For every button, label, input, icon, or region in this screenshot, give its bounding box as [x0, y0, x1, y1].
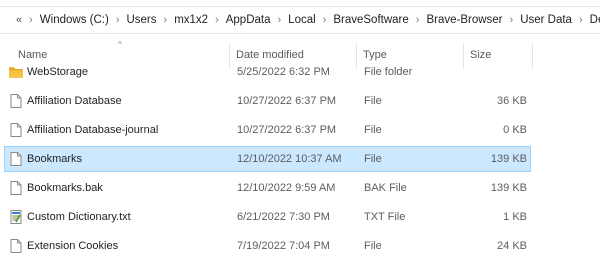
breadcrumb-item: › Windows (C:)	[22, 14, 109, 26]
breadcrumb-item: › Local	[271, 14, 316, 26]
file-name: Affiliation Database-journal	[27, 124, 159, 136]
sort-indicator-icon: ^	[118, 40, 122, 49]
breadcrumb-item: › Users	[109, 14, 157, 26]
breadcrumb-item: › Brave-Browser	[409, 14, 503, 26]
breadcrumb-label[interactable]: AppData	[226, 14, 271, 26]
file-type: File	[364, 124, 382, 136]
file-row[interactable]: Custom Dictionary.txt 6/21/2022 7:30 PM TX…	[4, 204, 531, 230]
address-bar[interactable]: « › Windows (C:) › Users › mx1x2 › AppData › Loca…	[0, 6, 600, 34]
file-row[interactable]: Bookmarks 12/10/2022 10:37 AM File 139 KB	[4, 146, 531, 172]
file-size: 1 KB	[503, 211, 527, 223]
file-size: 0 KB	[503, 124, 527, 136]
file-date-modified: 10/27/2022 6:37 PM	[237, 124, 337, 136]
folder-icon	[9, 67, 23, 78]
file-type: TXT File	[364, 211, 406, 223]
breadcrumb-label[interactable]: Brave-Browser	[426, 14, 502, 26]
file-row[interactable]: Bookmarks.bak 12/10/2022 9:59 AM BAK File 1…	[4, 175, 531, 201]
file-row[interactable]: WebStorage 5/25/2022 6:32 PM File folder	[4, 59, 531, 85]
file-size: 36 KB	[497, 95, 527, 107]
breadcrumb: › Windows (C:) › Users › mx1x2 › AppData › Local ›…	[22, 14, 600, 26]
file-name: Bookmarks	[27, 153, 83, 165]
breadcrumb-item: › mx1x2	[157, 14, 209, 26]
breadcrumb-item: › AppData	[208, 14, 270, 26]
breadcrumb-label[interactable]: Default	[590, 14, 600, 26]
file-name: Extension Cookies	[27, 240, 119, 252]
chevron-right-icon[interactable]: ›	[116, 14, 120, 26]
file-row[interactable]: Affiliation Database-journal 10/27/2022 6…	[4, 117, 531, 143]
file-row[interactable]: Affiliation Database 10/27/2022 6:37 PM Fi…	[4, 88, 531, 114]
file-name: Custom Dictionary.txt	[27, 211, 131, 223]
breadcrumb-label[interactable]: mx1x2	[174, 14, 208, 26]
file-name: Bookmarks.bak	[27, 182, 103, 194]
breadcrumb-label[interactable]: Windows (C:)	[40, 14, 109, 26]
text-file-icon	[10, 210, 22, 224]
file-date-modified: 7/19/2022 7:04 PM	[237, 240, 330, 252]
file-type: File	[364, 153, 382, 165]
chevron-right-icon[interactable]: ›	[215, 14, 219, 26]
chevron-right-icon[interactable]: ›	[579, 14, 583, 26]
file-size: 24 KB	[497, 240, 527, 252]
file-type: File	[364, 240, 382, 252]
chevron-right-icon[interactable]: ›	[416, 14, 420, 26]
chevron-right-icon[interactable]: ›	[164, 14, 168, 26]
breadcrumb-item: › BraveSoftware	[316, 14, 409, 26]
file-type: BAK File	[364, 182, 407, 194]
file-date-modified: 6/21/2022 7:30 PM	[237, 211, 330, 223]
chevron-right-icon[interactable]: ›	[29, 14, 33, 26]
breadcrumb-item: › Default	[572, 14, 600, 26]
chevron-right-icon[interactable]: ›	[323, 14, 327, 26]
file-date-modified: 12/10/2022 10:37 AM	[237, 153, 342, 165]
file-date-modified: 10/27/2022 6:37 PM	[237, 95, 337, 107]
file-name: Affiliation Database	[27, 95, 122, 107]
file-size: 139 KB	[490, 153, 527, 165]
file-icon	[10, 152, 22, 166]
file-icon	[10, 94, 22, 108]
column-divider[interactable]	[532, 44, 533, 68]
breadcrumb-label[interactable]: Local	[288, 14, 316, 26]
breadcrumb-label[interactable]: User Data	[520, 14, 572, 26]
file-date-modified: 12/10/2022 9:59 AM	[237, 182, 336, 194]
file-icon	[10, 181, 22, 195]
breadcrumb-label[interactable]: BraveSoftware	[333, 14, 408, 26]
breadcrumb-label[interactable]: Users	[126, 14, 156, 26]
breadcrumb-item: › User Data	[503, 14, 572, 26]
file-icon	[10, 239, 22, 253]
file-type: File folder	[364, 66, 413, 78]
file-size: 139 KB	[490, 182, 527, 194]
file-type: File	[364, 95, 382, 107]
file-row[interactable]: Extension Cookies 7/19/2022 7:04 PM File 24…	[4, 233, 531, 259]
chevron-right-icon[interactable]: ›	[278, 14, 282, 26]
file-date-modified: 5/25/2022 6:32 PM	[237, 66, 330, 78]
chevron-right-icon[interactable]: ›	[510, 14, 514, 26]
file-name: WebStorage	[27, 66, 88, 78]
file-icon	[10, 123, 22, 137]
